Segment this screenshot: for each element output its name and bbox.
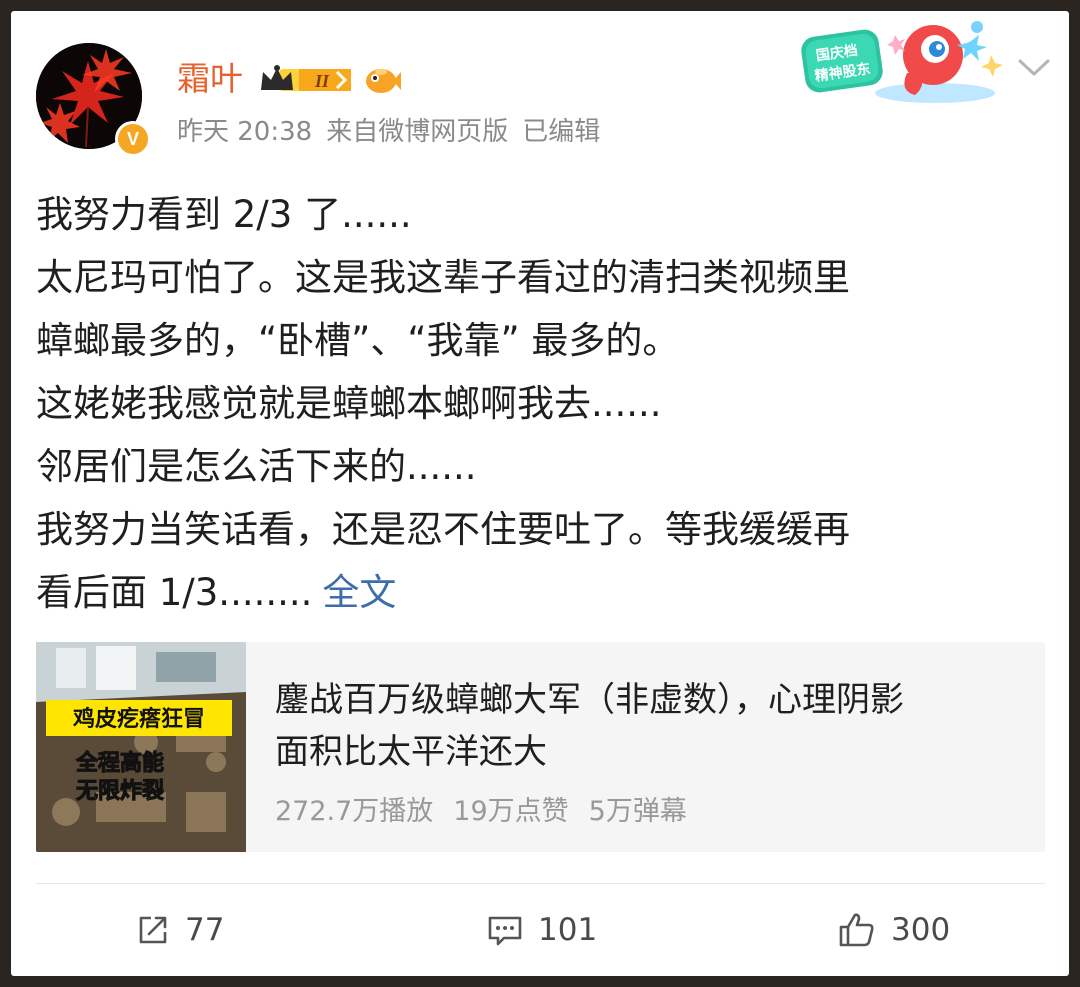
- crown-level-badge-icon[interactable]: II: [259, 64, 355, 96]
- repost-count: 77: [185, 912, 225, 948]
- video-thumbnail[interactable]: 鸡皮疙瘩狂冒 全程高能 无限炸裂: [36, 642, 246, 852]
- thumbnail-caption-2: 全程高能: [75, 750, 164, 776]
- thumbnail-caption-1: 鸡皮疙瘩狂冒: [72, 706, 205, 732]
- full-text-link[interactable]: 全文: [322, 571, 396, 614]
- comment-button[interactable]: 101: [486, 906, 597, 954]
- video-title-line: 鏖战百万级蟑螂大军（非虚数），心理阴影: [275, 680, 904, 720]
- post-timestamp: 昨天 20:38: [177, 117, 313, 147]
- fish-badge-icon[interactable]: [363, 64, 401, 96]
- post-body-line: 蟑螂最多的，“卧槽”、“我靠” 最多的。: [36, 319, 680, 362]
- weibo-post-card: V 霜叶 II 昨天 20:38 来自微博网页版 已编辑 国庆档 精神股东 我努…: [11, 11, 1069, 976]
- video-plays: 272.7万播放: [275, 796, 434, 827]
- verified-badge-icon: V: [115, 121, 151, 157]
- thumbs-up-icon: [839, 913, 874, 947]
- repost-button[interactable]: 77: [135, 906, 224, 954]
- video-card[interactable]: 鸡皮疙瘩狂冒 全程高能 无限炸裂 鏖战百万级蟑螂大军（非虚数），心理阴影 面积比…: [36, 642, 1045, 852]
- comment-count: 101: [538, 912, 598, 948]
- festival-decoration[interactable]: 国庆档 精神股东: [795, 15, 1005, 107]
- share-icon: [139, 916, 167, 944]
- divider: [36, 883, 1045, 884]
- level-text: II: [314, 71, 330, 91]
- post-body-line: 我努力看到 2/3 了......: [36, 193, 412, 236]
- video-danmaku: 5万弹幕: [588, 796, 687, 827]
- video-title-line: 面积比太平洋还大: [275, 732, 547, 772]
- post-body-line: 看后面 1/3........: [36, 571, 313, 614]
- post-body-line: 太尼玛可怕了。这是我这辈子看过的清扫类视频里: [36, 256, 850, 299]
- video-stats: 272.7万播放 19万点赞 5万弹幕: [275, 789, 707, 828]
- post-body-last-line: 看后面 1/3........ 全文: [36, 561, 1046, 624]
- comment-icon: [488, 916, 522, 946]
- username[interactable]: 霜叶: [177, 57, 243, 101]
- chevron-down-icon[interactable]: [1017, 57, 1051, 79]
- like-count: 300: [891, 912, 951, 948]
- post-meta: 昨天 20:38 来自微博网页版 已编辑: [177, 115, 614, 149]
- post-body-line: 这姥姥我感觉就是蟑螂本螂啊我去......: [36, 382, 662, 425]
- thumbnail-caption-3: 无限炸裂: [76, 778, 164, 804]
- post-source[interactable]: 来自微博网页版: [326, 117, 508, 147]
- edited-label[interactable]: 已编辑: [522, 117, 600, 147]
- video-likes: 19万点赞: [453, 796, 569, 827]
- like-button[interactable]: 300: [837, 906, 950, 954]
- video-title[interactable]: 鏖战百万级蟑螂大军（非虚数），心理阴影 面积比太平洋还大: [275, 674, 1025, 778]
- post-body-line: 邻居们是怎么活下来的......: [36, 445, 477, 488]
- post-body-line: 我努力当笑话看，还是忍不住要吐了。等我缓缓再: [36, 508, 850, 551]
- post-body: 我努力看到 2/3 了...... 太尼玛可怕了。这是我这辈子看过的清扫类视频里…: [36, 183, 1046, 624]
